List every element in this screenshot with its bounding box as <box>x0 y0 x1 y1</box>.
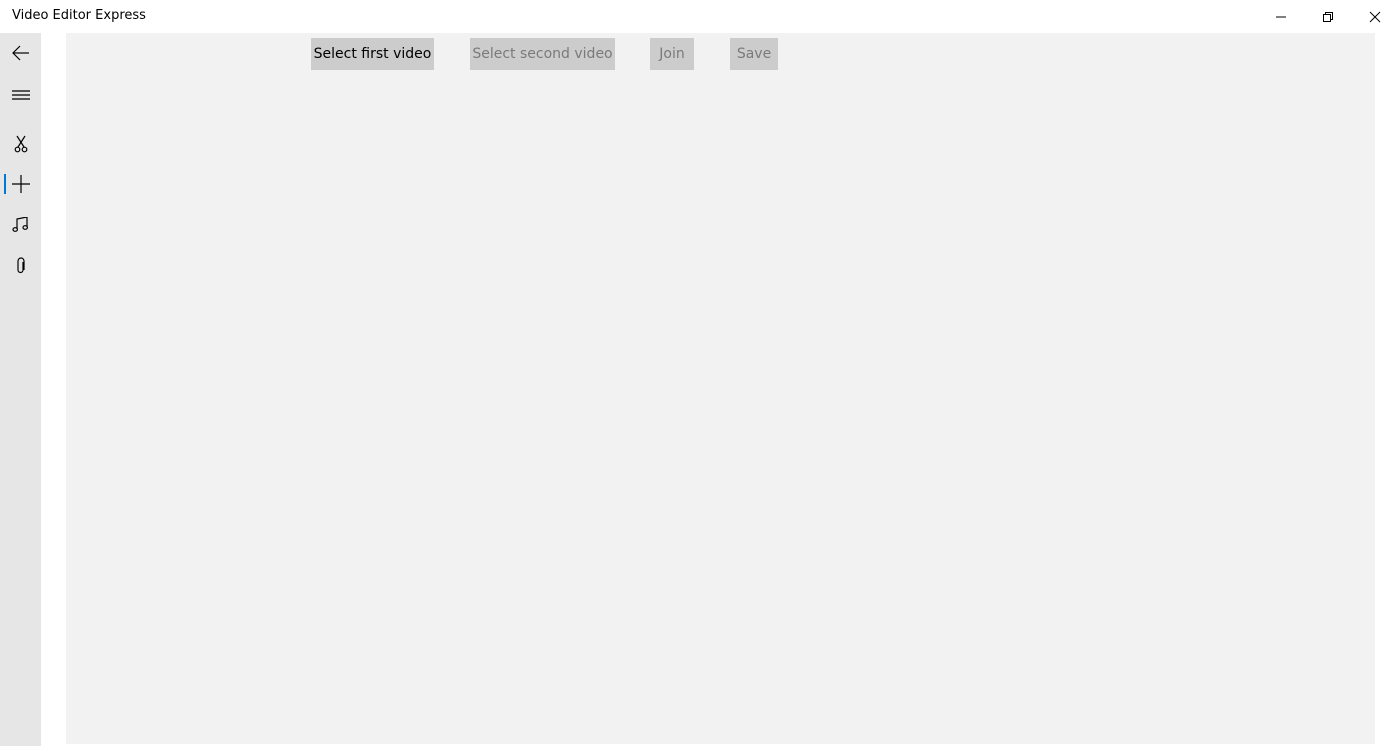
minimize-icon <box>1275 11 1287 23</box>
navigation-rail <box>0 33 41 746</box>
plus-icon <box>11 175 30 193</box>
close-button[interactable] <box>1352 0 1398 33</box>
right-margin <box>1375 33 1399 746</box>
save-button[interactable]: Save <box>730 38 778 70</box>
close-icon <box>1369 11 1381 23</box>
select-first-video-button[interactable]: Select first video <box>311 38 434 70</box>
paperclip-icon <box>16 257 26 275</box>
music-note-icon <box>11 217 30 233</box>
maximize-button[interactable] <box>1305 0 1351 33</box>
gutter <box>41 33 66 746</box>
hamburger-menu-button[interactable] <box>0 75 41 115</box>
app-title: Video Editor Express <box>12 8 146 23</box>
select-second-video-button[interactable]: Select second video <box>470 38 615 70</box>
title-bar: Video Editor Express <box>0 0 1399 33</box>
restore-icon <box>1322 11 1334 23</box>
join-button[interactable]: Join <box>650 38 694 70</box>
scissors-icon <box>14 135 28 153</box>
selection-indicator <box>4 174 6 194</box>
minimize-button[interactable] <box>1258 0 1304 33</box>
back-button[interactable] <box>0 33 41 73</box>
hamburger-menu-icon <box>11 89 30 101</box>
nav-item-audio[interactable] <box>0 205 41 245</box>
nav-item-join[interactable] <box>0 164 41 204</box>
nav-item-attach[interactable] <box>0 246 41 286</box>
back-arrow-icon <box>11 45 30 61</box>
nav-item-cut[interactable] <box>0 124 41 164</box>
join-page-content: Select first video Select second video J… <box>66 33 1375 744</box>
